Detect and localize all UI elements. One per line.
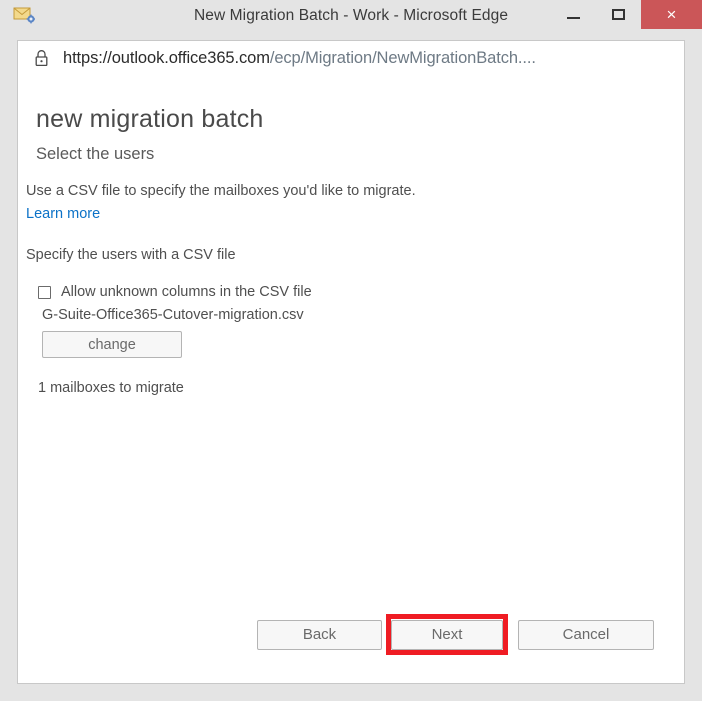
minimize-button[interactable] bbox=[551, 0, 596, 29]
title-bar: New Migration Batch - Work - Microsoft E… bbox=[0, 0, 702, 31]
allow-unknown-columns-label: Allow unknown columns in the CSV file bbox=[61, 284, 312, 300]
maximize-icon bbox=[612, 9, 625, 20]
url-host: https://outlook.office365.com bbox=[63, 48, 270, 67]
address-bar-area: https://outlook.office365.com/ecp/Migrat… bbox=[7, 31, 695, 75]
url-path: /ecp/Migration/NewMigrationBatch.... bbox=[269, 48, 536, 67]
page-title: new migration batch bbox=[36, 105, 264, 133]
address-bar[interactable]: https://outlook.office365.com/ecp/Migrat… bbox=[17, 40, 685, 75]
back-button[interactable]: Back bbox=[257, 620, 382, 650]
csv-filename: G-Suite-Office365-Cutover-migration.csv bbox=[42, 307, 304, 323]
mailbox-count-text: 1 mailboxes to migrate bbox=[38, 380, 184, 396]
footer-buttons: Back Next Cancel bbox=[18, 614, 684, 657]
page-subtitle: Select the users bbox=[36, 145, 155, 163]
mail-settings-icon bbox=[13, 6, 36, 26]
allow-unknown-columns-checkbox[interactable] bbox=[38, 285, 51, 299]
page-content: new migration batch Select the users Use… bbox=[17, 75, 685, 684]
specify-users-label: Specify the users with a CSV file bbox=[26, 247, 236, 263]
browser-window: New Migration Batch - Work - Microsoft E… bbox=[0, 0, 702, 701]
learn-more-link[interactable]: Learn more bbox=[26, 206, 100, 222]
close-icon: × bbox=[666, 5, 677, 24]
change-file-button[interactable]: change bbox=[42, 331, 182, 358]
cancel-button[interactable]: Cancel bbox=[518, 620, 654, 650]
intro-text: Use a CSV file to specify the mailboxes … bbox=[26, 183, 416, 199]
next-button[interactable]: Next bbox=[391, 620, 503, 650]
lock-icon bbox=[34, 49, 49, 67]
window-controls: × bbox=[551, 0, 702, 29]
allow-unknown-columns-row[interactable]: Allow unknown columns in the CSV file bbox=[38, 284, 312, 300]
minimize-icon bbox=[567, 17, 580, 19]
maximize-button[interactable] bbox=[596, 0, 641, 29]
close-button[interactable]: × bbox=[641, 0, 702, 29]
url-text: https://outlook.office365.com/ecp/Migrat… bbox=[63, 49, 536, 68]
